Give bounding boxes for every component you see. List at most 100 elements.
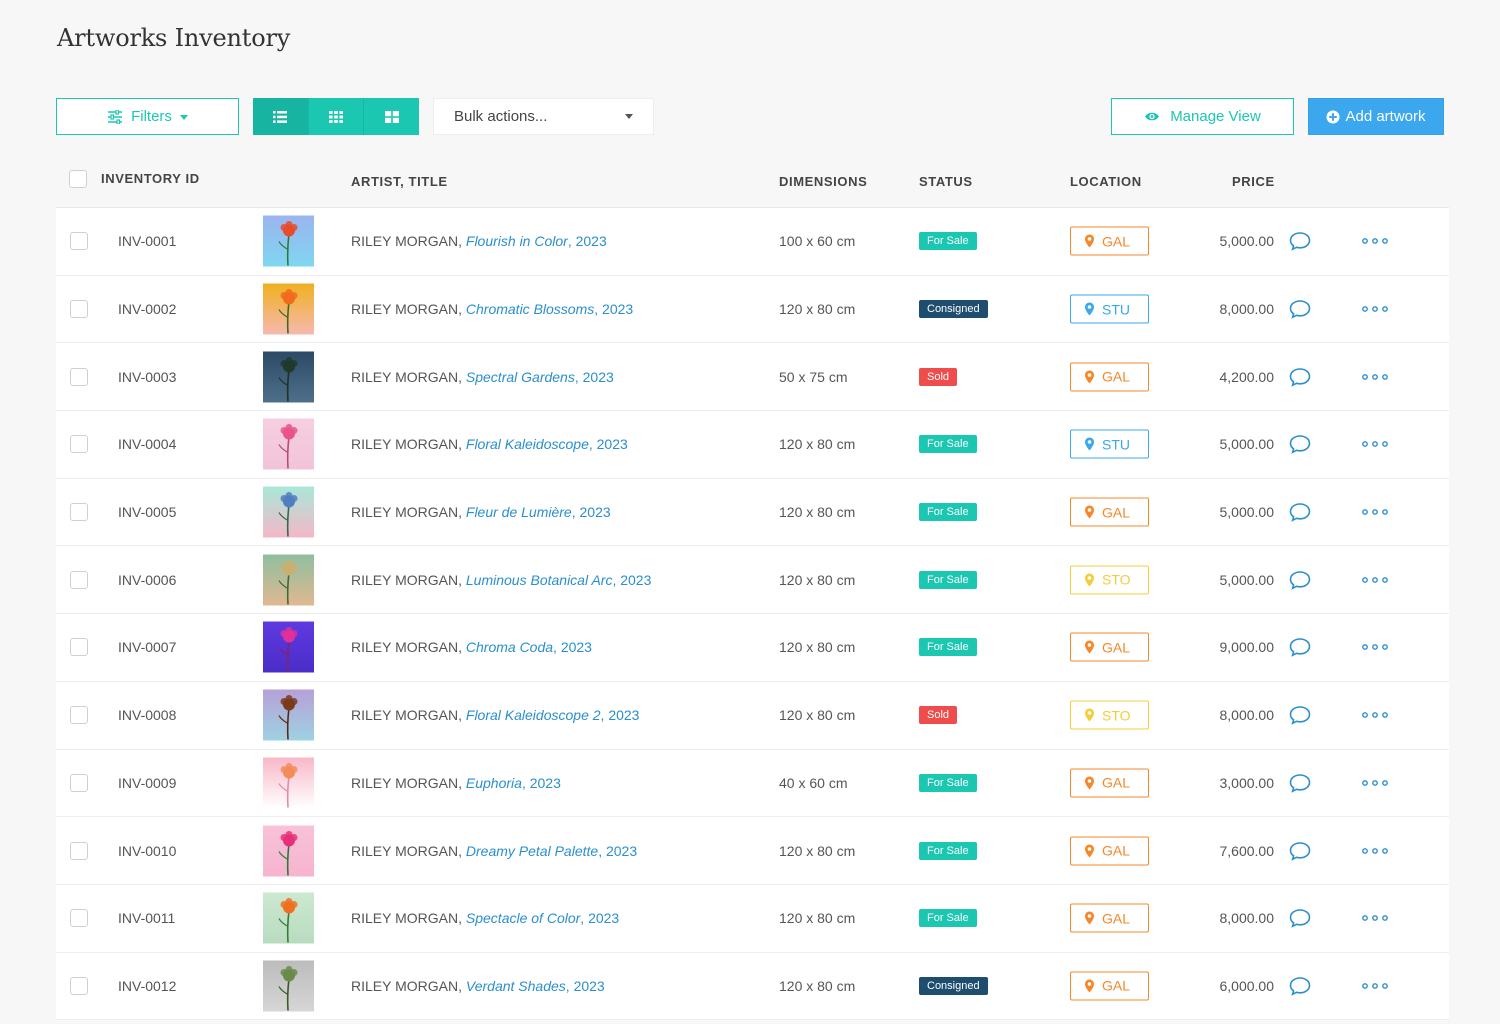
header-artist-title[interactable]: ARTIST, TITLE [351, 174, 448, 189]
comment-icon[interactable] [1289, 841, 1311, 861]
comma-separator: , [458, 910, 466, 927]
header-status[interactable]: STATUS [919, 174, 973, 189]
row-checkbox[interactable] [70, 773, 88, 792]
comment-icon[interactable] [1289, 908, 1311, 928]
location-button[interactable]: GAL [1070, 768, 1149, 798]
more-options-icon[interactable] [1361, 847, 1389, 855]
table-row[interactable]: INV-0005 RILEY MORGAN, Fleur de Lumière,… [56, 478, 1449, 547]
artwork-title-link[interactable]: Fleur de Lumière, 2023 [466, 504, 611, 520]
location-button[interactable]: GAL [1070, 903, 1149, 933]
artwork-title-link[interactable]: Luminous Botanical Arc, 2023 [466, 572, 652, 588]
table-row[interactable]: INV-0006 RILEY MORGAN, Luminous Botanica… [56, 546, 1449, 615]
bulk-actions-select[interactable]: Bulk actions... [433, 98, 654, 135]
location-button[interactable]: GAL [1070, 226, 1149, 256]
table-row[interactable]: INV-0010 RILEY MORGAN, Dreamy Petal Pale… [56, 817, 1449, 885]
artwork-title-link[interactable]: Chroma Coda, 2023 [466, 639, 592, 655]
grid-large-view-button[interactable] [364, 98, 420, 135]
row-checkbox[interactable] [70, 300, 88, 319]
more-options-icon[interactable] [1361, 508, 1389, 516]
table-row[interactable]: INV-0007 RILEY MORGAN, Chroma Coda, 2023… [56, 614, 1449, 682]
row-checkbox[interactable] [70, 909, 88, 928]
comment-icon[interactable] [1289, 637, 1311, 658]
list-view-button[interactable] [253, 98, 309, 135]
artwork-title-link[interactable]: Flourish in Color, 2023 [466, 233, 607, 249]
artwork-thumbnail[interactable] [263, 486, 314, 538]
header-inventory-id[interactable]: INVENTORY ID [101, 171, 200, 186]
more-options-icon[interactable] [1361, 982, 1389, 990]
artwork-title-link[interactable]: Spectacle of Color, 2023 [466, 910, 619, 926]
location-button[interactable]: GAL [1070, 836, 1149, 866]
location-button[interactable]: GAL [1070, 497, 1149, 527]
artwork-thumbnail[interactable] [263, 960, 314, 1012]
comment-icon[interactable] [1289, 976, 1311, 996]
artwork-thumbnail[interactable] [263, 283, 314, 335]
table-row[interactable]: INV-0011 RILEY MORGAN, Spectacle of Colo… [56, 884, 1449, 953]
artwork-thumbnail[interactable] [263, 351, 314, 403]
location-button[interactable]: STO [1070, 700, 1149, 730]
artist-name: RILEY MORGAN [351, 504, 459, 521]
table-row[interactable]: INV-0004 RILEY MORGAN, Floral Kaleidosco… [56, 411, 1449, 479]
table-row[interactable]: INV-0012 RILEY MORGAN, Verdant Shades, 2… [56, 952, 1449, 1021]
artwork-title-link[interactable]: Dreamy Petal Palette, 2023 [466, 843, 637, 859]
row-checkbox[interactable] [70, 841, 88, 860]
manage-view-button[interactable]: Manage View [1111, 98, 1294, 135]
header-location[interactable]: LOCATION [1070, 174, 1142, 189]
artwork-title-link[interactable]: Verdant Shades, 2023 [466, 978, 605, 994]
table-row[interactable]: INV-0001 RILEY MORGAN, Flourish in Color… [56, 208, 1449, 276]
row-checkbox[interactable] [70, 706, 88, 725]
add-artwork-button[interactable]: Add artwork [1308, 98, 1444, 135]
artwork-thumbnail[interactable] [263, 892, 314, 944]
row-checkbox[interactable] [70, 570, 88, 589]
location-button[interactable]: STU [1070, 429, 1149, 459]
header-price[interactable]: PRICE [1232, 174, 1275, 189]
comment-icon[interactable] [1289, 367, 1311, 387]
row-checkbox[interactable] [70, 367, 88, 386]
grid-small-view-button[interactable] [308, 98, 365, 135]
artwork-thumbnail[interactable] [263, 554, 314, 606]
table-row[interactable]: INV-0008 RILEY MORGAN, Floral Kaleidosco… [56, 681, 1449, 750]
more-options-icon[interactable] [1361, 914, 1389, 922]
comment-icon[interactable] [1289, 434, 1311, 455]
artwork-title-link[interactable]: Chromatic Blossoms, 2023 [466, 301, 633, 317]
row-checkbox[interactable] [70, 638, 88, 657]
more-options-icon[interactable] [1361, 711, 1389, 719]
row-checkbox[interactable] [70, 232, 88, 251]
more-options-icon[interactable] [1361, 373, 1389, 381]
artwork-thumbnail[interactable] [263, 215, 314, 267]
artwork-thumbnail[interactable] [263, 757, 314, 809]
more-options-icon[interactable] [1361, 440, 1389, 448]
location-button[interactable]: GAL [1070, 362, 1149, 392]
comment-icon[interactable] [1289, 705, 1311, 725]
location-button[interactable]: GAL [1070, 971, 1149, 1001]
more-options-icon[interactable] [1361, 576, 1389, 584]
comment-icon[interactable] [1289, 570, 1311, 590]
row-checkbox[interactable] [70, 503, 88, 522]
location-button[interactable]: STU [1070, 294, 1149, 324]
comment-icon[interactable] [1289, 231, 1311, 252]
comment-icon[interactable] [1289, 299, 1311, 319]
more-options-icon[interactable] [1361, 779, 1389, 787]
location-button[interactable]: GAL [1070, 632, 1149, 662]
table-row[interactable]: INV-0009 RILEY MORGAN, Euphoria, 2023 40… [56, 749, 1449, 818]
more-options-icon[interactable] [1361, 237, 1389, 245]
artwork-thumbnail[interactable] [263, 621, 314, 673]
filters-button[interactable]: Filters [56, 98, 239, 135]
artwork-thumbnail[interactable] [263, 689, 314, 741]
artwork-title-link[interactable]: Floral Kaleidoscope, 2023 [466, 436, 628, 452]
location-button[interactable]: STO [1070, 565, 1149, 595]
comment-icon[interactable] [1289, 773, 1311, 793]
select-all-checkbox[interactable] [69, 170, 87, 188]
comment-icon[interactable] [1289, 502, 1311, 522]
artwork-title-link[interactable]: Floral Kaleidoscope 2, 2023 [466, 707, 640, 723]
row-checkbox[interactable] [70, 435, 88, 454]
table-row[interactable]: INV-0002 RILEY MORGAN, Chromatic Blossom… [56, 275, 1449, 344]
artwork-thumbnail[interactable] [263, 825, 314, 877]
header-dimensions[interactable]: DIMENSIONS [779, 174, 867, 189]
artwork-title-link[interactable]: Euphoria, 2023 [466, 775, 561, 791]
more-options-icon[interactable] [1361, 305, 1389, 313]
row-checkbox[interactable] [70, 976, 88, 995]
more-options-icon[interactable] [1361, 643, 1389, 651]
table-row[interactable]: INV-0003 RILEY MORGAN, Spectral Gardens,… [56, 343, 1449, 412]
artwork-thumbnail[interactable] [263, 418, 314, 470]
artwork-title-link[interactable]: Spectral Gardens, 2023 [466, 369, 614, 385]
